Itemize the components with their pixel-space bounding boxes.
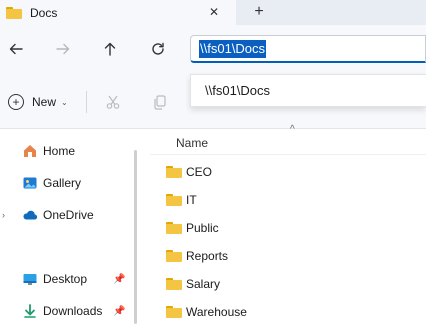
sidebar-item-gallery[interactable]: Gallery <box>0 171 130 195</box>
pin-icon: 📌 <box>113 273 126 285</box>
folder-icon <box>166 250 182 262</box>
home-icon <box>22 143 38 159</box>
refresh-button[interactable] <box>146 37 170 61</box>
copy-button[interactable] <box>149 91 171 113</box>
sidebar-item-downloads[interactable]: Downloads 📌 <box>0 299 130 323</box>
tab-bar: Docs ✕ + <box>0 0 426 25</box>
item-name: Warehouse <box>186 305 247 319</box>
copy-icon <box>154 95 166 110</box>
tab-title: Docs <box>30 5 58 20</box>
forward-button[interactable] <box>51 37 75 61</box>
list-item[interactable]: Salary <box>140 272 426 296</box>
sidebar-item-home[interactable]: Home <box>0 139 130 163</box>
sidebar-item-label: Home <box>43 144 76 158</box>
navigation-bar: \\fs01\Docs <box>0 25 426 74</box>
tab-docs[interactable]: Docs ✕ <box>0 0 236 25</box>
item-name: Public <box>186 221 219 235</box>
folder-icon <box>166 278 182 290</box>
folder-icon <box>6 6 22 19</box>
address-bar[interactable]: \\fs01\Docs <box>190 35 426 63</box>
desktop-icon <box>22 271 38 287</box>
close-tab-button[interactable]: ✕ <box>205 3 223 21</box>
new-button[interactable]: + New ⌄ <box>8 92 68 112</box>
folder-icon <box>166 222 182 234</box>
sidebar-scrollbar[interactable] <box>134 150 137 324</box>
cut-icon <box>106 95 120 109</box>
chevron-down-icon: ⌄ <box>61 97 68 107</box>
cloud-icon <box>22 207 38 223</box>
folder-icon <box>166 166 182 178</box>
navigation-pane: Home Gallery › OneDrive Desktop 📌 Downlo… <box>0 130 140 324</box>
list-item[interactable]: CEO <box>140 160 426 184</box>
suggestion-text: \\fs01\Docs <box>205 83 271 98</box>
sidebar-item-label: Downloads <box>43 304 103 318</box>
up-button[interactable] <box>98 37 122 61</box>
sidebar-item-desktop[interactable]: Desktop 📌 <box>0 267 130 291</box>
back-button[interactable] <box>4 37 28 61</box>
folder-icon <box>166 306 182 318</box>
list-item[interactable]: Public <box>140 216 426 240</box>
address-suggestion[interactable]: \\fs01\Docs <box>190 74 426 107</box>
file-list: ^ Name CEO IT Public Reports Salary Ware… <box>140 124 426 324</box>
arrow-right-icon <box>56 43 70 55</box>
item-name: Reports <box>186 249 229 263</box>
folder-icon <box>166 194 182 206</box>
list-item[interactable]: Reports <box>140 244 426 268</box>
arrow-left-icon <box>9 43 23 55</box>
pin-icon: 📌 <box>113 305 126 317</box>
refresh-icon <box>152 42 164 55</box>
cut-button[interactable] <box>102 91 124 113</box>
download-icon <box>22 303 38 319</box>
new-tab-button[interactable]: + <box>250 2 268 22</box>
item-name: Salary <box>186 277 221 291</box>
sidebar-item-label: Desktop <box>43 272 88 286</box>
item-name: IT <box>186 193 197 207</box>
address-input[interactable]: \\fs01\Docs <box>199 39 267 58</box>
sidebar-item-label: OneDrive <box>43 208 94 222</box>
sort-ascending-icon: ^ <box>290 124 295 135</box>
expand-chevron-icon[interactable]: › <box>2 210 5 220</box>
column-header-name[interactable]: Name <box>176 136 208 150</box>
arrow-up-icon <box>104 42 116 56</box>
header-divider <box>150 154 426 155</box>
plus-circle-icon: + <box>8 94 24 110</box>
list-item[interactable]: IT <box>140 188 426 212</box>
sidebar-item-label: Gallery <box>43 176 82 190</box>
item-name: CEO <box>186 165 213 179</box>
new-label: New <box>32 95 57 109</box>
list-item[interactable]: Warehouse <box>140 300 426 324</box>
toolbar-divider <box>86 91 87 113</box>
sidebar-item-onedrive[interactable]: › OneDrive <box>0 203 130 227</box>
gallery-icon <box>22 175 38 191</box>
